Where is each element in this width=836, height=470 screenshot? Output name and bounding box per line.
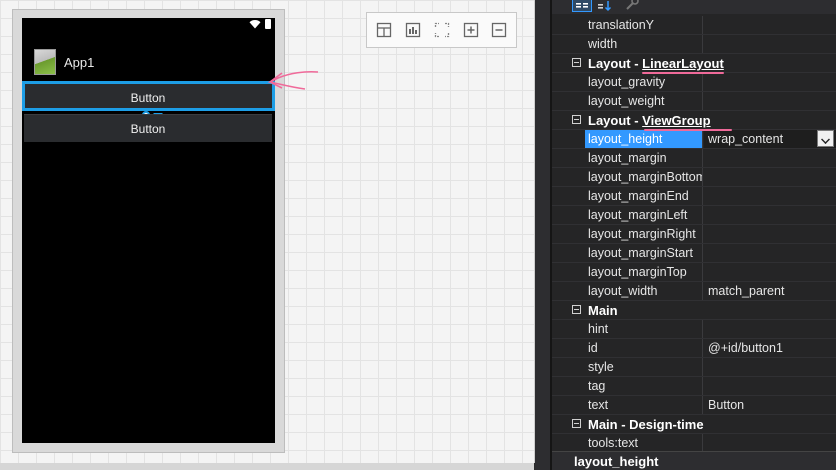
zoom-in-icon[interactable] [463,22,479,38]
pink-annotation-arrow [267,70,319,90]
property-name[interactable]: layout_weight [585,92,703,110]
property-value[interactable] [704,73,836,91]
selection-frame[interactable] [22,81,275,111]
property-name[interactable]: layout_marginBottom [585,168,703,186]
property-name[interactable]: layout_height [585,130,703,148]
properties-panel: translationY width Layout - LinearLayout la… [552,0,836,470]
property-value[interactable] [704,377,836,395]
collapse-icon[interactable] [572,419,581,428]
property-description: layout_height [552,451,836,470]
property-row[interactable]: hint [552,320,836,339]
property-name[interactable]: layout_gravity [585,73,703,91]
collapse-icon[interactable] [572,305,581,314]
property-row[interactable]: layout_height wrap_content [552,130,836,149]
property-category[interactable]: Main - Design-time [552,415,836,434]
app-title: App1 [64,55,95,70]
property-value[interactable] [704,358,836,376]
category-label: Main - Design-time [588,417,704,432]
property-value[interactable] [704,92,836,110]
property-name[interactable]: layout_margin [585,149,703,167]
property-grid: translationY width Layout - LinearLayout la… [552,16,836,453]
property-name[interactable]: id [585,339,703,357]
zoom-out-icon[interactable] [491,22,507,38]
fit-screen-icon[interactable] [434,22,450,38]
property-name[interactable]: layout_marginLeft [585,206,703,224]
property-value[interactable]: match_parent [704,282,836,300]
property-row[interactable]: text Button [552,396,836,415]
property-row[interactable]: layout_marginBottom [552,168,836,187]
device-screen: App1 Button Button [22,18,275,443]
annotation-underline [644,129,732,131]
property-row[interactable]: layout_marginEnd [552,187,836,206]
property-row[interactable]: layout_weight [552,92,836,111]
property-row[interactable]: layout_marginLeft [552,206,836,225]
property-category[interactable]: Layout - ViewGroup [552,111,836,130]
property-name[interactable]: hint [585,320,703,338]
property-name[interactable]: translationY [585,16,703,34]
status-bar [22,18,275,32]
property-value[interactable] [704,244,836,262]
category-label: Layout - LinearLayout [588,56,724,71]
sort-alphabetical-icon[interactable] [596,0,614,12]
property-value[interactable]: @+id/button1 [704,339,836,357]
property-row[interactable]: translationY [552,16,836,35]
property-value[interactable] [704,149,836,167]
wrench-icon[interactable] [624,0,640,12]
layout-horizontal-icon[interactable] [376,22,392,38]
property-value[interactable] [704,168,836,186]
collapse-icon[interactable] [572,115,581,124]
canvas-scrollbar[interactable] [0,463,534,470]
category-label: Layout - ViewGroup [588,113,711,128]
property-category[interactable]: Main [552,301,836,320]
property-row[interactable]: style [552,358,836,377]
property-value[interactable]: wrap_content [704,130,836,148]
property-value[interactable] [704,187,836,205]
button2[interactable]: Button [24,114,272,142]
collapse-icon[interactable] [572,58,581,67]
property-value[interactable] [704,206,836,224]
chevron-down-icon[interactable] [817,130,834,147]
battery-icon [265,19,271,29]
categorized-icon[interactable] [572,0,592,12]
property-value[interactable] [704,320,836,338]
category-label: Main [588,303,618,318]
property-value[interactable] [704,434,836,452]
property-row[interactable]: width [552,35,836,54]
property-value[interactable] [704,225,836,243]
property-row[interactable]: layout_marginRight [552,225,836,244]
property-value[interactable] [704,263,836,281]
property-row[interactable]: layout_margin [552,149,836,168]
property-row[interactable]: layout_marginStart [552,244,836,263]
property-name[interactable]: layout_marginTop [585,263,703,281]
property-name[interactable]: tools:text [585,434,703,452]
annotation-underline [642,72,724,74]
property-row[interactable]: id @+id/button1 [552,339,836,358]
property-row[interactable]: tag [552,377,836,396]
property-name[interactable]: style [585,358,703,376]
device-frame: App1 Button Button [12,9,285,453]
description-title: layout_height [574,454,659,469]
property-name[interactable]: tag [585,377,703,395]
property-name[interactable]: layout_width [585,282,703,300]
property-name[interactable]: layout_marginStart [585,244,703,262]
property-row[interactable]: layout_width match_parent [552,282,836,301]
app-launcher-icon [34,49,56,75]
property-name[interactable]: layout_marginRight [585,225,703,243]
action-bar: App1 [22,34,275,78]
property-value[interactable]: Button [704,396,836,414]
property-category[interactable]: Layout - LinearLayout [552,54,836,73]
properties-toolbar [552,0,836,14]
design-toolbar [366,12,517,48]
panel-splitter[interactable] [535,0,552,470]
designer-canvas[interactable]: App1 Button Button [0,0,535,463]
property-value[interactable] [704,35,836,53]
layout-table-icon[interactable] [405,22,421,38]
property-name[interactable]: layout_marginEnd [585,187,703,205]
property-row[interactable]: layout_gravity [552,73,836,92]
property-value[interactable] [704,16,836,34]
property-name[interactable]: text [585,396,703,414]
property-row[interactable]: layout_marginTop [552,263,836,282]
wifi-icon [249,20,261,29]
property-name[interactable]: width [585,35,703,53]
